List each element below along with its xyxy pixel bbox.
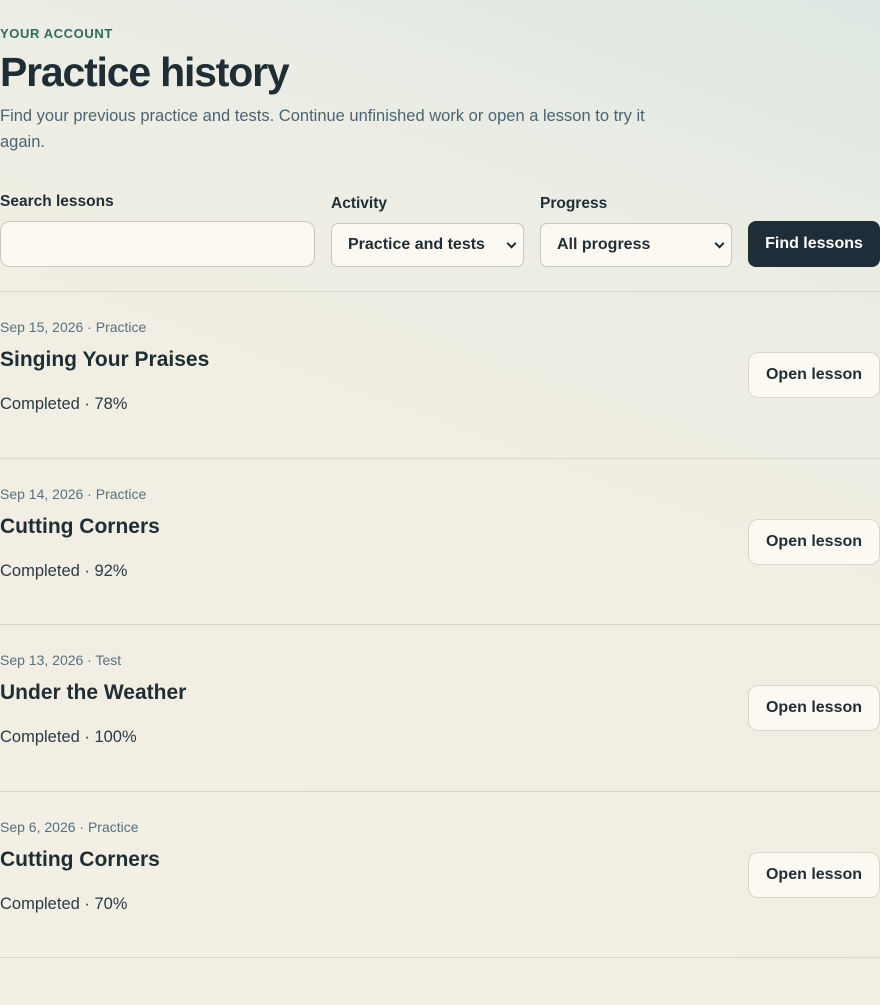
progress-select-value: All progress bbox=[557, 236, 651, 253]
page-subtitle: Find your previous practice and tests. C… bbox=[0, 107, 645, 151]
chevron-down-icon bbox=[714, 238, 725, 249]
activity-select[interactable]: Practice and tests bbox=[331, 223, 524, 267]
section-eyebrow: YOUR ACCOUNT bbox=[0, 26, 113, 41]
open-lesson-button[interactable]: Open lesson bbox=[748, 352, 880, 398]
list-item: Sep 15, 2026 · Practice Singing Your Pra… bbox=[0, 292, 880, 458]
lesson-status: Completed · 78% bbox=[0, 395, 128, 413]
page-title: Practice history bbox=[0, 49, 290, 95]
activity-label: Activity bbox=[331, 195, 387, 212]
list-item: Sep 13, 2026 · Test Under the Weather Co… bbox=[0, 625, 880, 791]
open-lesson-button[interactable]: Open lesson bbox=[748, 519, 880, 565]
lesson-title: Cutting Corners bbox=[0, 515, 160, 538]
search-input[interactable] bbox=[0, 221, 315, 267]
activity-select-value: Practice and tests bbox=[348, 236, 485, 253]
list-item: Sep 14, 2026 · Practice Cutting Corners … bbox=[0, 459, 880, 625]
open-lesson-button[interactable]: Open lesson bbox=[748, 852, 880, 898]
lesson-status: Completed · 100% bbox=[0, 728, 137, 746]
lesson-status: Completed · 92% bbox=[0, 562, 128, 580]
lesson-title: Under the Weather bbox=[0, 681, 187, 704]
lesson-title: Singing Your Praises bbox=[0, 348, 210, 371]
progress-label: Progress bbox=[540, 195, 608, 212]
lesson-meta: Sep 13, 2026 · Test bbox=[0, 652, 122, 668]
chevron-down-icon bbox=[506, 238, 517, 249]
lesson-title: Cutting Corners bbox=[0, 848, 160, 871]
lesson-status: Completed · 70% bbox=[0, 895, 128, 913]
open-lesson-button[interactable]: Open lesson bbox=[748, 685, 880, 731]
divider bbox=[0, 957, 880, 958]
list-item: Sep 6, 2026 · Practice Cutting Corners C… bbox=[0, 792, 880, 958]
lesson-meta: Sep 14, 2026 · Practice bbox=[0, 486, 147, 502]
search-label: Search lessons bbox=[0, 193, 114, 210]
lesson-meta: Sep 15, 2026 · Practice bbox=[0, 319, 147, 335]
find-lessons-button[interactable]: Find lessons bbox=[748, 221, 880, 267]
progress-select[interactable]: All progress bbox=[540, 223, 732, 267]
lesson-meta: Sep 6, 2026 · Practice bbox=[0, 819, 139, 835]
